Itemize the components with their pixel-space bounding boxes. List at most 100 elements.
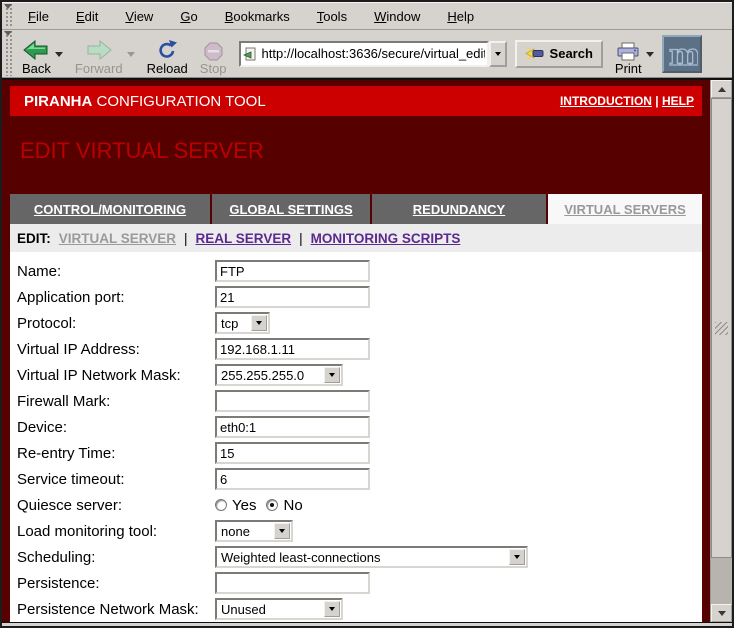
firewall-mark-label: Firewall Mark: bbox=[17, 393, 215, 410]
form-row-persistence: Persistence: bbox=[10, 570, 702, 596]
form-row-load-monitoring-tool: Load monitoring tool:none bbox=[10, 518, 702, 544]
header-link-separator: | bbox=[652, 94, 662, 108]
introduction-link[interactable]: INTRODUCTION bbox=[560, 94, 652, 108]
menu-bar-items: File Edit View Go Bookmarks Tools Window Help bbox=[16, 9, 474, 24]
quiesce-server-label: Quiesce server: bbox=[17, 497, 215, 514]
print-button[interactable]: Print bbox=[613, 32, 644, 76]
tab-control-monitoring[interactable]: CONTROL/MONITORING bbox=[10, 194, 210, 224]
persistence-label: Persistence: bbox=[17, 575, 215, 592]
application-port-input[interactable] bbox=[215, 286, 370, 308]
service-timeout-input[interactable] bbox=[215, 468, 370, 490]
subnav-monitoring-scripts-link[interactable]: MONITORING SCRIPTS bbox=[311, 231, 461, 246]
menu-bookmarks[interactable]: Bookmarks bbox=[225, 9, 290, 24]
tab-virtual-servers[interactable]: VIRTUAL SERVERS bbox=[548, 194, 702, 224]
stop-button[interactable]: Stop bbox=[198, 32, 229, 76]
select-dropdown-arrow-icon[interactable] bbox=[324, 367, 340, 383]
virtual-ip-network-mask-select[interactable]: 255.255.255.0 bbox=[215, 364, 343, 386]
menu-file[interactable]: File bbox=[28, 9, 49, 24]
form-row-device: Device: bbox=[10, 414, 702, 440]
select-dropdown-arrow-icon[interactable] bbox=[509, 549, 525, 565]
menu-window[interactable]: Window bbox=[374, 9, 420, 24]
device-input[interactable] bbox=[215, 416, 370, 438]
forward-dropdown-caret[interactable] bbox=[127, 52, 135, 61]
no-radio-label: No bbox=[283, 497, 302, 514]
app-title: PIRANHA CONFIGURATION TOOL bbox=[24, 93, 266, 110]
reload-label: Reload bbox=[147, 61, 188, 76]
print-label: Print bbox=[615, 61, 642, 76]
tab-global-settings[interactable]: GLOBAL SETTINGS bbox=[212, 194, 370, 224]
form-row-service-timeout: Service timeout: bbox=[10, 466, 702, 492]
print-dropdown-caret[interactable] bbox=[646, 52, 654, 61]
navigation-toolbar: Back Forward Reload bbox=[2, 30, 732, 78]
protocol-select[interactable]: tcp bbox=[215, 312, 270, 334]
piranha-page: PIRANHA CONFIGURATION TOOL INTRODUCTION … bbox=[2, 80, 710, 622]
scheduling-label: Scheduling: bbox=[17, 549, 215, 566]
load-monitoring-tool-select[interactable]: none bbox=[215, 520, 293, 542]
mozilla-logo[interactable]: m bbox=[662, 35, 702, 73]
menubar-grip[interactable] bbox=[4, 4, 13, 28]
selected-value: tcp bbox=[217, 316, 251, 331]
select-dropdown-arrow-icon[interactable] bbox=[251, 315, 267, 331]
down-arrow-icon bbox=[718, 611, 726, 620]
url-input[interactable] bbox=[258, 46, 485, 61]
search-label: Search bbox=[550, 46, 593, 61]
page-proxy-icon[interactable] bbox=[243, 46, 258, 62]
stop-label: Stop bbox=[200, 61, 227, 76]
back-dropdown-caret[interactable] bbox=[55, 52, 63, 61]
scroll-down-button[interactable] bbox=[711, 604, 732, 622]
search-button[interactable]: Search bbox=[515, 40, 603, 68]
print-icon bbox=[616, 37, 640, 61]
window-bottom-edge bbox=[2, 622, 732, 626]
tab-bar: CONTROL/MONITORINGGLOBAL SETTINGSREDUNDA… bbox=[10, 194, 702, 224]
vertical-scrollbar[interactable] bbox=[710, 80, 732, 622]
stop-icon bbox=[204, 37, 223, 61]
persistence-network-mask-select[interactable]: Unused bbox=[215, 598, 343, 620]
svg-text:m: m bbox=[669, 38, 698, 70]
help-link[interactable]: HELP bbox=[662, 94, 694, 108]
subnav-real-server-link[interactable]: REAL SERVER bbox=[196, 231, 292, 246]
back-button[interactable]: Back bbox=[20, 32, 53, 76]
form-row-name: Name: bbox=[10, 258, 702, 284]
menu-help[interactable]: Help bbox=[447, 9, 474, 24]
quiesce-server-yes-radio[interactable] bbox=[215, 499, 227, 511]
app-header: PIRANHA CONFIGURATION TOOL INTRODUCTION … bbox=[10, 86, 702, 116]
form-row-virtual-ip-network-mask: Virtual IP Network Mask:255.255.255.0 bbox=[10, 362, 702, 388]
menu-tools[interactable]: Tools bbox=[317, 9, 347, 24]
firewall-mark-input[interactable] bbox=[215, 390, 370, 412]
subnav-virtual-server-link[interactable]: VIRTUAL SERVER bbox=[59, 231, 176, 246]
toolbar-grip[interactable] bbox=[4, 31, 13, 76]
menu-view[interactable]: View bbox=[125, 9, 153, 24]
header-links: INTRODUCTION | HELP bbox=[560, 94, 694, 108]
forward-button[interactable]: Forward bbox=[73, 32, 125, 76]
tab-redundancy[interactable]: REDUNDANCY bbox=[372, 194, 546, 224]
menu-bar: File Edit View Go Bookmarks Tools Window Help bbox=[2, 2, 732, 30]
down-triangle-icon bbox=[329, 373, 335, 380]
url-bar[interactable] bbox=[239, 41, 489, 67]
form-row-scheduling: Scheduling:Weighted least-connections bbox=[10, 544, 702, 570]
persistence-input[interactable] bbox=[215, 572, 370, 594]
page-title: EDIT VIRTUAL SERVER bbox=[20, 138, 702, 164]
back-label: Back bbox=[22, 61, 51, 76]
reload-button[interactable]: Reload bbox=[145, 32, 190, 76]
virtual-server-form: Name:Application port:Protocol:tcpVirtua… bbox=[10, 252, 702, 622]
reload-icon bbox=[156, 37, 178, 61]
subnav-prefix: EDIT: bbox=[17, 231, 51, 246]
scrollbar-thumb[interactable] bbox=[711, 98, 732, 558]
forward-icon bbox=[86, 37, 112, 61]
virtual-ip-address-input[interactable] bbox=[215, 338, 370, 360]
service-timeout-label: Service timeout: bbox=[17, 471, 215, 488]
url-dropdown-button[interactable] bbox=[489, 41, 507, 67]
select-dropdown-arrow-icon[interactable] bbox=[274, 523, 290, 539]
re-entry-time-input[interactable] bbox=[215, 442, 370, 464]
subnav-separator: | bbox=[299, 231, 303, 246]
select-dropdown-arrow-icon[interactable] bbox=[324, 601, 340, 617]
form-row-protocol: Protocol:tcp bbox=[10, 310, 702, 336]
scheduling-select[interactable]: Weighted least-connections bbox=[215, 546, 528, 568]
menu-edit[interactable]: Edit bbox=[76, 9, 98, 24]
name-input[interactable] bbox=[215, 260, 370, 282]
scroll-up-button[interactable] bbox=[711, 80, 732, 98]
menu-go[interactable]: Go bbox=[180, 9, 197, 24]
scrollbar-track[interactable] bbox=[711, 98, 732, 604]
quiesce-server-no-radio[interactable] bbox=[266, 499, 278, 511]
forward-label: Forward bbox=[75, 61, 123, 76]
